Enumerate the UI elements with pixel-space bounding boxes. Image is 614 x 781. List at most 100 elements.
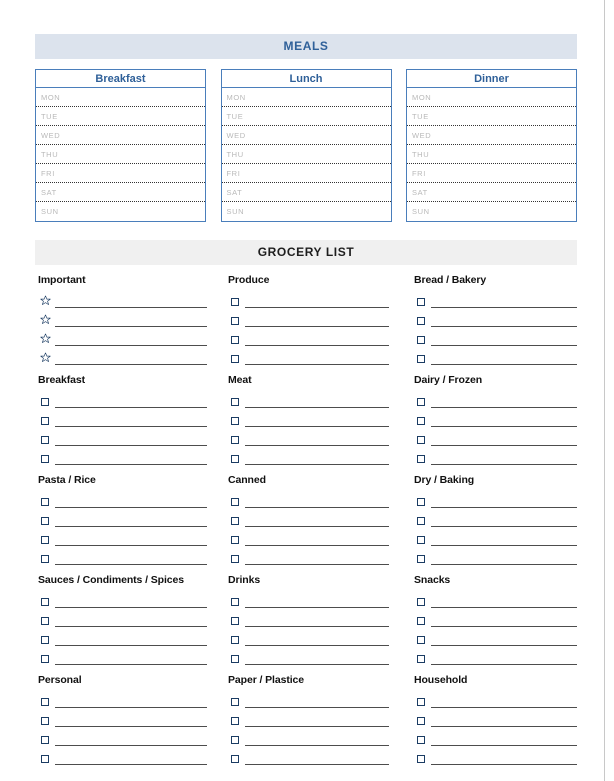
meal-day-row[interactable]: WED bbox=[407, 126, 576, 145]
item-checkbox[interactable] bbox=[225, 398, 245, 408]
grocery-item-write-line[interactable] bbox=[55, 312, 207, 327]
meal-day-row[interactable]: WED bbox=[36, 126, 205, 145]
grocery-item-write-line[interactable] bbox=[431, 331, 577, 346]
grocery-item-write-line[interactable] bbox=[245, 531, 389, 546]
item-checkbox[interactable] bbox=[225, 517, 245, 527]
item-checkbox[interactable] bbox=[35, 755, 55, 765]
checkbox-icon[interactable] bbox=[231, 517, 239, 525]
checkbox-icon[interactable] bbox=[41, 455, 49, 463]
checkbox-icon[interactable] bbox=[41, 536, 49, 544]
item-checkbox[interactable] bbox=[411, 355, 431, 365]
checkbox-icon[interactable] bbox=[41, 417, 49, 425]
grocery-item-write-line[interactable] bbox=[431, 731, 577, 746]
item-checkbox[interactable] bbox=[411, 617, 431, 627]
checkbox-icon[interactable] bbox=[417, 555, 425, 563]
checkbox-icon[interactable] bbox=[231, 336, 239, 344]
checkbox-icon[interactable] bbox=[417, 517, 425, 525]
grocery-item-write-line[interactable] bbox=[431, 550, 577, 565]
checkbox-icon[interactable] bbox=[417, 698, 425, 706]
grocery-item-write-line[interactable] bbox=[55, 431, 207, 446]
grocery-item-write-line[interactable] bbox=[55, 293, 207, 308]
grocery-item-write-line[interactable] bbox=[431, 493, 577, 508]
item-checkbox[interactable] bbox=[35, 536, 55, 546]
item-checkbox[interactable] bbox=[411, 717, 431, 727]
grocery-item-write-line[interactable] bbox=[431, 431, 577, 446]
item-checkbox[interactable] bbox=[225, 498, 245, 508]
item-checkbox[interactable] bbox=[411, 398, 431, 408]
item-checkbox[interactable] bbox=[411, 336, 431, 346]
item-checkbox[interactable] bbox=[225, 755, 245, 765]
grocery-item-write-line[interactable] bbox=[431, 312, 577, 327]
grocery-item-write-line[interactable] bbox=[431, 531, 577, 546]
checkbox-icon[interactable] bbox=[41, 698, 49, 706]
item-checkbox[interactable] bbox=[411, 736, 431, 746]
item-checkbox[interactable] bbox=[411, 755, 431, 765]
item-checkbox[interactable] bbox=[411, 598, 431, 608]
meal-day-row[interactable]: THU bbox=[221, 145, 391, 164]
grocery-item-write-line[interactable] bbox=[431, 712, 577, 727]
checkbox-icon[interactable] bbox=[41, 717, 49, 725]
grocery-item-write-line[interactable] bbox=[245, 412, 389, 427]
checkbox-icon[interactable] bbox=[231, 555, 239, 563]
checkbox-icon[interactable] bbox=[417, 455, 425, 463]
checkbox-icon[interactable] bbox=[231, 355, 239, 363]
item-checkbox[interactable] bbox=[225, 736, 245, 746]
item-checkbox[interactable] bbox=[411, 698, 431, 708]
checkbox-icon[interactable] bbox=[41, 617, 49, 625]
grocery-item-write-line[interactable] bbox=[55, 550, 207, 565]
checkbox-icon[interactable] bbox=[417, 417, 425, 425]
item-checkbox[interactable] bbox=[35, 636, 55, 646]
checkbox-icon[interactable] bbox=[231, 698, 239, 706]
grocery-item-write-line[interactable] bbox=[245, 612, 389, 627]
meal-day-row[interactable]: SUN bbox=[407, 202, 576, 221]
checkbox-icon[interactable] bbox=[231, 598, 239, 606]
meal-day-row[interactable]: FRI bbox=[221, 164, 391, 183]
item-checkbox[interactable] bbox=[225, 355, 245, 365]
grocery-item-write-line[interactable] bbox=[245, 293, 389, 308]
grocery-item-write-line[interactable] bbox=[55, 350, 207, 365]
checkbox-icon[interactable] bbox=[417, 317, 425, 325]
checkbox-icon[interactable] bbox=[417, 298, 425, 306]
meal-day-row[interactable]: SAT bbox=[221, 183, 391, 202]
checkbox-icon[interactable] bbox=[41, 517, 49, 525]
grocery-item-write-line[interactable] bbox=[245, 450, 389, 465]
meal-day-row[interactable]: MON bbox=[407, 88, 576, 107]
item-checkbox[interactable] bbox=[225, 698, 245, 708]
item-checkbox[interactable] bbox=[411, 655, 431, 665]
meal-day-row[interactable]: SAT bbox=[36, 183, 205, 202]
checkbox-icon[interactable] bbox=[231, 317, 239, 325]
item-checkbox[interactable] bbox=[411, 517, 431, 527]
checkbox-icon[interactable] bbox=[417, 498, 425, 506]
item-checkbox[interactable] bbox=[35, 655, 55, 665]
item-checkbox[interactable] bbox=[225, 417, 245, 427]
item-checkbox[interactable] bbox=[35, 717, 55, 727]
item-checkbox[interactable] bbox=[35, 698, 55, 708]
item-checkbox[interactable] bbox=[411, 455, 431, 465]
grocery-item-write-line[interactable] bbox=[55, 693, 207, 708]
grocery-item-write-line[interactable] bbox=[55, 612, 207, 627]
grocery-item-write-line[interactable] bbox=[431, 350, 577, 365]
item-checkbox[interactable] bbox=[35, 498, 55, 508]
grocery-item-write-line[interactable] bbox=[55, 331, 207, 346]
meal-day-row[interactable]: TUE bbox=[221, 107, 391, 126]
item-checkbox[interactable] bbox=[35, 398, 55, 408]
checkbox-icon[interactable] bbox=[231, 717, 239, 725]
item-checkbox[interactable] bbox=[411, 498, 431, 508]
item-checkbox[interactable] bbox=[35, 736, 55, 746]
item-checkbox[interactable] bbox=[225, 455, 245, 465]
item-checkbox[interactable] bbox=[411, 298, 431, 308]
checkbox-icon[interactable] bbox=[417, 536, 425, 544]
star-icon[interactable] bbox=[35, 295, 55, 308]
grocery-item-write-line[interactable] bbox=[245, 393, 389, 408]
meal-day-row[interactable]: SAT bbox=[407, 183, 576, 202]
grocery-item-write-line[interactable] bbox=[55, 731, 207, 746]
checkbox-icon[interactable] bbox=[41, 636, 49, 644]
item-checkbox[interactable] bbox=[225, 336, 245, 346]
meal-day-row[interactable]: TUE bbox=[407, 107, 576, 126]
meal-day-row[interactable]: MON bbox=[36, 88, 205, 107]
grocery-item-write-line[interactable] bbox=[55, 631, 207, 646]
meal-day-row[interactable]: THU bbox=[407, 145, 576, 164]
item-checkbox[interactable] bbox=[35, 436, 55, 446]
item-checkbox[interactable] bbox=[225, 655, 245, 665]
grocery-item-write-line[interactable] bbox=[55, 393, 207, 408]
